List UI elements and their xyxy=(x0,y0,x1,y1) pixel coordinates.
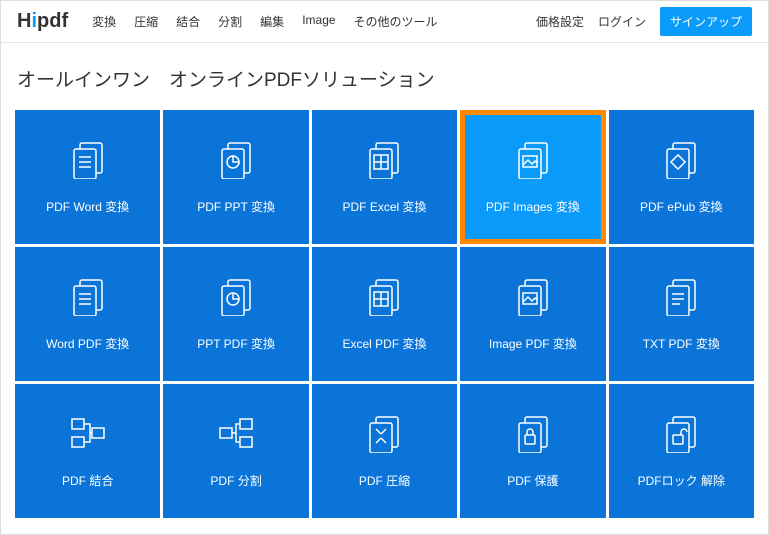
tool-tile[interactable]: Word PDF 変換 xyxy=(15,247,160,381)
nav-image[interactable]: Image xyxy=(302,13,335,30)
nav-edit[interactable]: 編集 xyxy=(260,13,284,30)
merge-icon xyxy=(66,413,110,458)
tool-tile[interactable]: PDFロック 解除 xyxy=(609,384,754,518)
logo[interactable]: Hipdf xyxy=(17,10,68,33)
image-doc-icon xyxy=(511,276,555,321)
unlock-icon xyxy=(659,413,703,458)
tool-tile[interactable]: PDF Word 変換 xyxy=(15,110,160,244)
tool-tile[interactable]: Image PDF 変換 xyxy=(460,247,605,381)
tile-label: Excel PDF 変換 xyxy=(342,335,426,352)
header: Hipdf 変換 圧縮 結合 分割 編集 Image その他のツール 価格設定 … xyxy=(1,1,768,43)
tile-label: PDF Excel 変換 xyxy=(342,198,426,215)
nav-convert[interactable]: 変換 xyxy=(92,13,116,30)
ppt-doc-icon xyxy=(214,276,258,321)
tool-tile[interactable]: PDF 結合 xyxy=(15,384,160,518)
login-link[interactable]: ログイン xyxy=(598,13,646,30)
tool-tile[interactable]: PDF 保護 xyxy=(460,384,605,518)
tool-grid: PDF Word 変換 PDF PPT 変換 PDF Excel 変換 PDF Ima… xyxy=(1,110,768,518)
word-doc-icon xyxy=(66,276,110,321)
pricing-link[interactable]: 価格設定 xyxy=(536,13,584,30)
tile-label: Word PDF 変換 xyxy=(46,335,129,352)
tile-label: TXT PDF 変換 xyxy=(643,335,720,352)
tool-tile[interactable]: PDF PPT 変換 xyxy=(163,110,308,244)
nav-merge[interactable]: 結合 xyxy=(176,13,200,30)
tile-label: PDFロック 解除 xyxy=(638,472,725,489)
tile-label: PDF PPT 変換 xyxy=(197,198,275,215)
compress-icon xyxy=(362,413,406,458)
lock-icon xyxy=(511,413,555,458)
tile-label: PDF ePub 変換 xyxy=(640,198,723,215)
signup-button[interactable]: サインアップ xyxy=(660,7,752,36)
tool-tile[interactable]: Excel PDF 変換 xyxy=(312,247,457,381)
txt-doc-icon xyxy=(659,276,703,321)
main-nav: 変換 圧縮 結合 分割 編集 Image その他のツール xyxy=(92,13,437,30)
excel-doc-icon xyxy=(362,139,406,184)
tile-label: PDF 保護 xyxy=(507,472,558,489)
excel-doc-icon xyxy=(362,276,406,321)
tool-tile[interactable]: PDF 分割 xyxy=(163,384,308,518)
image-doc-icon xyxy=(511,139,555,184)
tile-label: PDF 結合 xyxy=(62,472,113,489)
nav-compress[interactable]: 圧縮 xyxy=(134,13,158,30)
epub-doc-icon xyxy=(659,139,703,184)
tool-tile[interactable]: PDF Excel 変換 xyxy=(312,110,457,244)
tile-label: PDF Images 変換 xyxy=(486,198,580,215)
split-icon xyxy=(214,413,258,458)
tile-label: Image PDF 変換 xyxy=(489,335,577,352)
tile-label: PDF Word 変換 xyxy=(46,198,129,215)
tool-tile[interactable]: PDF 圧縮 xyxy=(312,384,457,518)
ppt-doc-icon xyxy=(214,139,258,184)
tile-label: PDF 分割 xyxy=(210,472,261,489)
tool-tile[interactable]: PDF Images 変換 xyxy=(460,110,605,244)
tool-tile[interactable]: TXT PDF 変換 xyxy=(609,247,754,381)
nav-split[interactable]: 分割 xyxy=(218,13,242,30)
page-title: オールインワン オンラインPDFソリューション xyxy=(1,43,768,110)
logo-text-pre: H xyxy=(17,10,31,32)
tile-label: PPT PDF 変換 xyxy=(197,335,275,352)
tile-label: PDF 圧縮 xyxy=(359,472,410,489)
nav-other-tools[interactable]: その他のツール xyxy=(354,13,438,30)
word-doc-icon xyxy=(66,139,110,184)
tool-tile[interactable]: PPT PDF 変換 xyxy=(163,247,308,381)
tool-tile[interactable]: PDF ePub 変換 xyxy=(609,110,754,244)
logo-text-post: pdf xyxy=(37,10,68,32)
right-nav: 価格設定 ログイン サインアップ xyxy=(536,7,752,36)
